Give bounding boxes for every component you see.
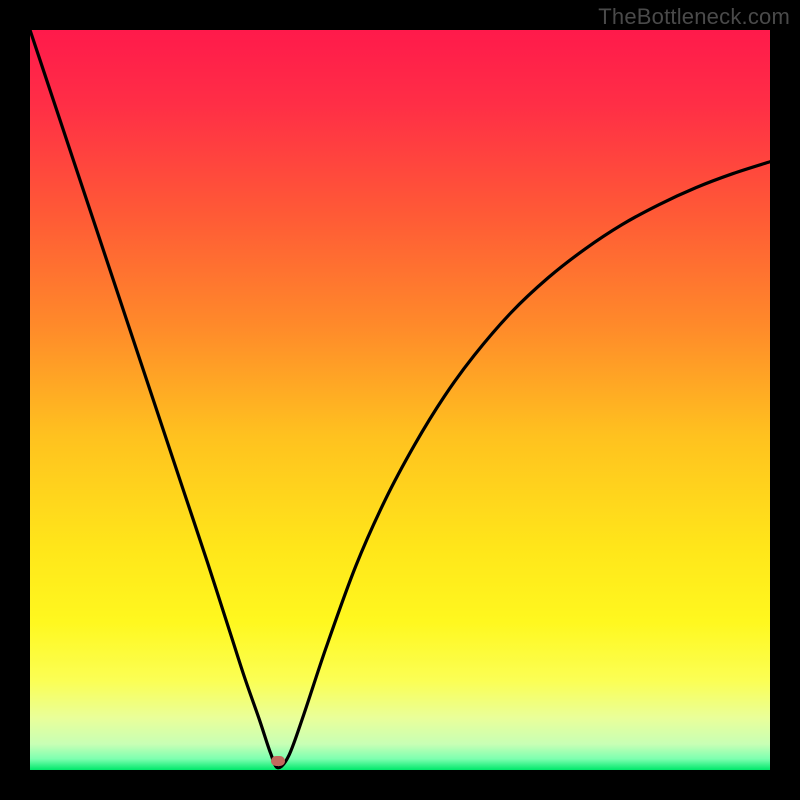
- chart-frame: TheBottleneck.com: [0, 0, 800, 800]
- bottleneck-curve: [30, 30, 770, 770]
- minimum-marker: [271, 756, 285, 766]
- plot-area: [30, 30, 770, 770]
- watermark-text: TheBottleneck.com: [598, 4, 790, 30]
